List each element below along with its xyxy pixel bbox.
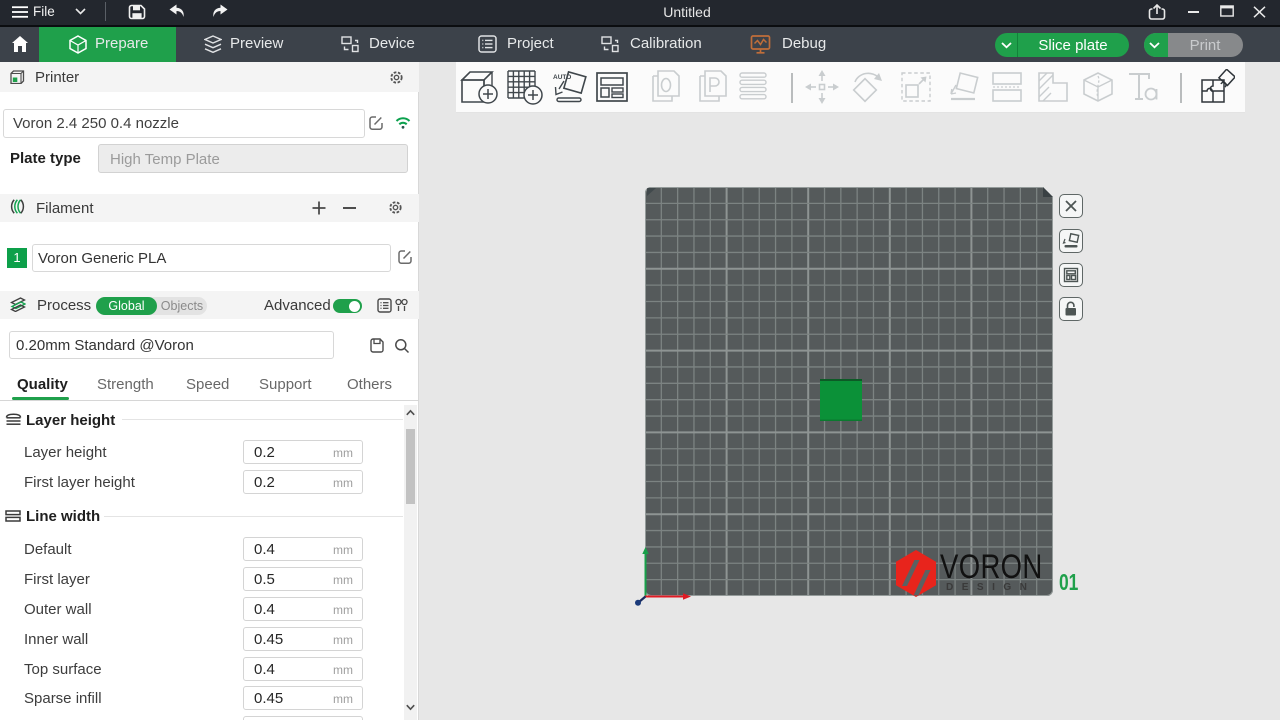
svg-text:AUTO: AUTO: [553, 74, 571, 81]
